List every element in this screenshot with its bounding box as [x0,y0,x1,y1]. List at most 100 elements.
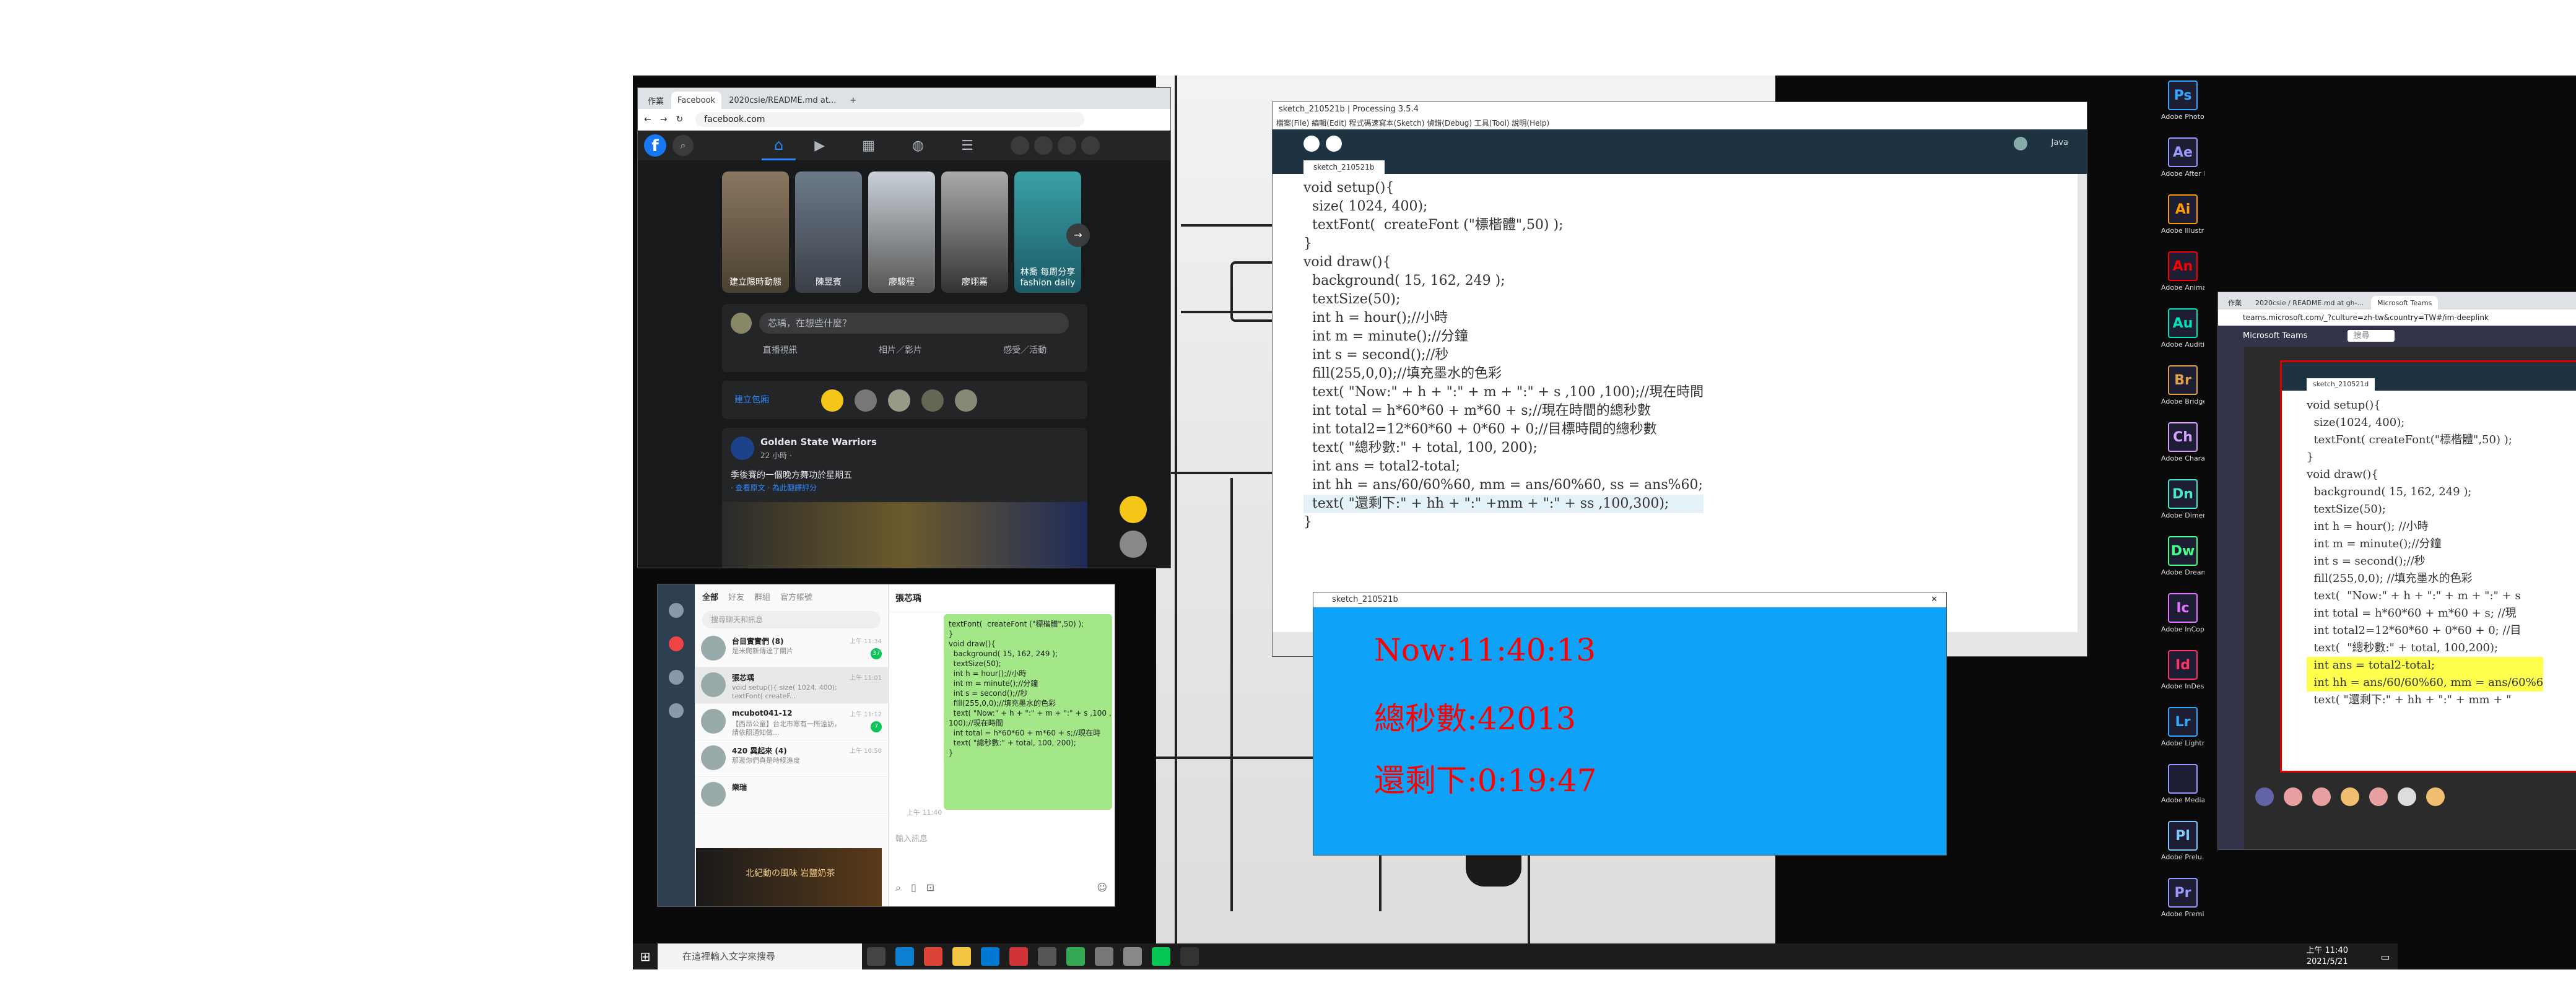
marketplace-icon[interactable]: ▦ [862,138,875,154]
url-input[interactable]: facebook.com [695,112,1085,127]
new-tab-button[interactable]: + [843,92,863,109]
app-icon[interactable] [1038,947,1056,966]
avatar[interactable] [955,389,977,412]
avatar[interactable] [2255,787,2274,806]
contact-avatar[interactable] [1120,496,1147,523]
app-icon[interactable] [1009,947,1028,966]
app-icon[interactable] [1095,947,1113,966]
contact-avatar[interactable] [1120,531,1147,558]
search-icon[interactable]: ⌕ [672,135,694,156]
processing-icon[interactable] [1180,947,1199,966]
desktop-shortcut[interactable]: Br Adobe Bridge 2020 [2161,365,2204,405]
debug-icon[interactable] [2014,137,2027,150]
ide-menu-bar[interactable]: 檔案(File) 編輯(Edit) 程式碼速寫本(Sketch) 偵錯(Debu… [1273,117,2087,129]
chat-search-input[interactable]: 搜尋聊天和訊息 [702,611,881,628]
run-button[interactable] [1303,136,1320,152]
avatar[interactable] [2369,787,2388,806]
chat-list-item[interactable]: 420 異起來 (4) 那邊你們真是時候進度 上午 10:50 [695,740,888,777]
task-view-icon[interactable] [867,947,886,966]
story-create[interactable]: 建立限時動態 [722,171,789,293]
story-item[interactable]: 廖翊嘉 [941,171,1008,293]
home-icon[interactable]: ⌂ [762,131,796,160]
edge-icon[interactable] [895,947,914,966]
reload-icon[interactable]: ↻ [676,115,683,124]
desktop-shortcut[interactable]: Id Adobe InDesi... [2161,650,2204,690]
file-explorer-icon[interactable] [952,947,971,966]
create-room-button[interactable]: 建立包廂 [734,393,769,405]
tab-official[interactable]: 官方帳號 [780,591,812,602]
start-icon[interactable]: ⊞ [633,943,658,969]
messenger-icon[interactable] [1033,136,1053,155]
line-ad-banner[interactable]: 北紀動の風味 岩鹽奶茶 [696,848,882,906]
tab-homework[interactable]: 作業 [642,92,670,109]
desktop-shortcut[interactable]: Dw Adobe Dreamwe... [2161,536,2204,576]
avatar[interactable] [2341,787,2359,806]
close-icon[interactable]: ✕ [1931,592,1938,607]
chrome-icon[interactable] [1066,947,1085,966]
avatar[interactable] [731,436,754,460]
forward-icon[interactable]: → [660,115,668,124]
feeling-activity-button[interactable]: 感受／活動 [1003,344,1046,356]
chat-list-item[interactable]: 樂瑞 [695,777,888,813]
desktop-shortcut[interactable]: Ch Adobe Charact... [2161,422,2204,462]
account-chevron-icon[interactable] [1081,136,1100,155]
desktop-shortcut[interactable]: Ae Adobe After Effects 2020 [2161,137,2204,178]
tab-github[interactable]: 2020csie / README.md at gh-... [2249,296,2370,310]
stop-button[interactable] [1326,136,1342,152]
teams-search-input[interactable]: 搜尋 [2347,330,2395,342]
desktop-shortcut[interactable]: Lr Adobe Lightroo... [2161,707,2204,747]
desktop-shortcut[interactable]: Adobe Media... [2161,764,2204,804]
live-video-button[interactable]: 直播視訊 [763,344,798,356]
timeline-icon[interactable] [669,703,684,718]
story-item[interactable]: 陳昱賓 [795,171,862,293]
chats-icon[interactable] [669,636,684,651]
friends-icon[interactable] [669,603,684,618]
facebook-logo-icon[interactable]: f [644,134,666,157]
composer-input[interactable]: 芯瑀，在想些什麼？ [759,313,1069,334]
notifications-icon[interactable] [1057,136,1076,155]
avatar[interactable] [2398,787,2416,806]
tab-friends[interactable]: 好友 [728,591,744,602]
photo-video-button[interactable]: 相片／影片 [879,344,922,356]
notification-icon[interactable]: ▭ [2373,951,2398,963]
desktop-shortcut[interactable]: Ps Adobe Photosh... [2161,80,2204,121]
chat-list-item[interactable]: mcubot041-12 【西昂公童】台北市寒有一所遠訪，請依照通知做... 上午 … [695,704,888,740]
desktop-shortcut[interactable]: Ai Adobe Illustrat... [2161,194,2204,235]
code-editor[interactable]: void setup(){ size( 1024, 400); textFont… [1273,174,2078,632]
desktop-shortcut[interactable]: Au Adobe Auditi... [2161,308,2204,349]
story-item[interactable]: 廖駿程 [868,171,935,293]
avatar[interactable] [888,389,910,412]
apps-grid-icon[interactable] [1010,136,1029,155]
screenshot-icon[interactable]: ⊡ [926,882,934,894]
chat-list-item[interactable]: 台目實實們 (8) 是米爬新傳達了關片 上午 11:34 37 [695,631,888,667]
tab-homework[interactable]: 作業 [2222,296,2248,310]
desktop-shortcut[interactable]: Pl Adobe Prelu... [2161,821,2204,861]
store-icon[interactable] [981,947,999,966]
avatar[interactable] [2426,787,2445,806]
groups-icon[interactable]: ◍ [912,138,924,154]
bookmark-icon[interactable]: ▯ [911,882,916,894]
emoji-icon[interactable]: ☺ [1097,882,1107,893]
attach-icon[interactable]: ⌕ [895,882,901,894]
taskbar-search-input[interactable]: 在這裡輸入文字來搜尋 [658,943,862,969]
tab-groups[interactable]: 群組 [754,591,770,602]
tab-teams[interactable]: Microsoft Teams [2370,296,2439,310]
tab-github[interactable]: 2020csie/README.md at... [723,92,842,109]
desktop-shortcut[interactable]: An Adobe Anima... [2161,251,2204,292]
back-icon[interactable]: ← [644,115,651,124]
avatar[interactable] [921,389,944,412]
desktop-shortcut[interactable]: Dn Adobe Dimension [2161,479,2204,519]
avatar[interactable] [855,389,877,412]
avatar[interactable] [2284,787,2302,806]
watch-icon[interactable]: ▶ [814,138,825,154]
chrome-icon[interactable] [924,947,942,966]
teams-url[interactable]: teams.microsoft.com/_?culture=zh-tw&coun… [2218,310,2576,326]
post-author[interactable]: Golden State Warriors [760,436,877,448]
stories-next-icon[interactable]: → [1066,223,1090,247]
avatar[interactable] [821,389,843,412]
menu-icon[interactable]: ☰ [961,138,973,154]
tab-facebook[interactable]: Facebook [671,92,722,109]
system-clock[interactable]: 上午 11:40 2021/5/21 [2306,945,2348,968]
line-icon[interactable] [1152,947,1170,966]
mode-selector[interactable]: Java [2052,138,2068,147]
